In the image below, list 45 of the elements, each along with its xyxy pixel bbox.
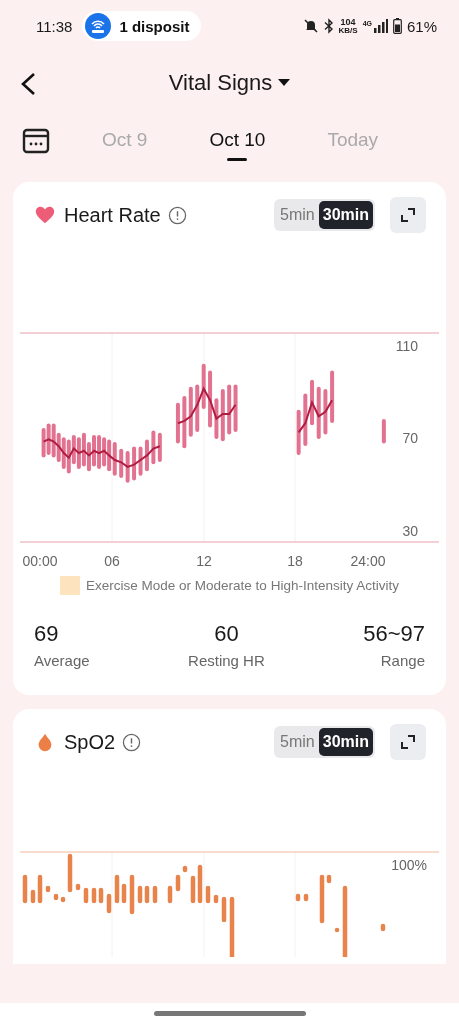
interval-option[interactable]: 5min	[276, 201, 319, 229]
x-axis-label: 24:00	[350, 553, 386, 569]
x-axis-label: 12	[196, 553, 212, 569]
stat-label: Resting HR	[188, 652, 265, 669]
expand-button[interactable]	[390, 197, 426, 233]
network-speed: 104	[340, 17, 356, 27]
dropdown-caret-icon[interactable]	[278, 79, 291, 87]
hotspot-icon	[85, 13, 112, 39]
interval-option[interactable]: 30min	[318, 728, 373, 756]
card-title: Heart Rate	[64, 203, 161, 227]
date-tab[interactable]: Oct 10	[209, 123, 266, 159]
battery-icon	[392, 18, 402, 34]
battery-level: 61%	[406, 17, 437, 35]
stat-value: 69	[34, 621, 60, 647]
clock: 11:38	[36, 17, 73, 35]
bluetooth-icon	[323, 18, 334, 34]
y-axis-label: 30	[402, 523, 418, 539]
legend-label: Exercise Mode or Moderate to High-Intensity Activity	[86, 578, 399, 593]
info-icon[interactable]	[122, 732, 142, 752]
signal-icon	[373, 19, 388, 33]
heart-icon	[34, 204, 56, 226]
card-title: SpO2	[64, 730, 116, 754]
expand-icon	[400, 207, 416, 223]
interval-option[interactable]: 5min	[276, 728, 319, 756]
notification-chip[interactable]: 1 disposit	[82, 11, 202, 41]
info-icon[interactable]	[167, 205, 187, 225]
stat-label: Average	[34, 652, 90, 669]
calendar-icon[interactable]	[22, 127, 50, 155]
x-axis-label: 06	[104, 553, 120, 569]
notification-text: 1 disposit	[119, 17, 190, 35]
x-axis-label: 00:00	[22, 553, 58, 569]
stat-value: 56~97	[363, 621, 425, 647]
y-axis-label: 110	[395, 338, 418, 354]
expand-button[interactable]	[390, 724, 426, 760]
bell-off-icon	[302, 18, 319, 34]
y-axis-label: 100%	[391, 857, 427, 873]
expand-icon	[400, 734, 416, 750]
legend-swatch	[60, 576, 81, 595]
x-axis-label: 18	[287, 553, 303, 569]
stat-value: 60	[214, 621, 239, 647]
page-title[interactable]: Vital Signs	[168, 70, 273, 96]
interval-option[interactable]: 30min	[318, 201, 373, 229]
stat-label: Range	[380, 652, 425, 669]
y-axis-label: 70	[402, 430, 418, 446]
speed-unit: KB/S	[338, 26, 358, 35]
